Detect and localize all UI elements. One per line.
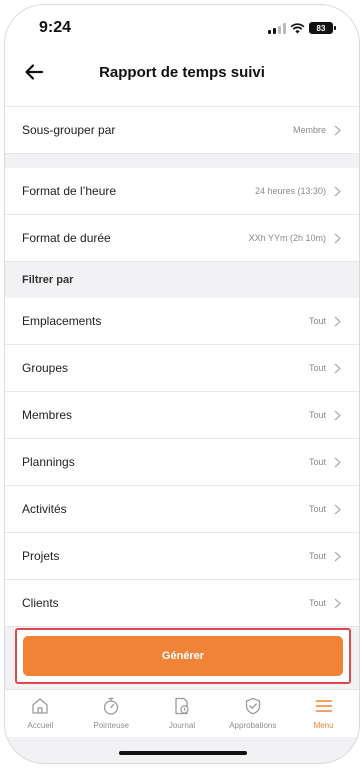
tab-journal[interactable]: Journal: [150, 696, 214, 730]
row-value: XXh YYm (2h 10m): [248, 233, 326, 243]
chevron-right-icon: [334, 125, 341, 135]
row-activites[interactable]: Activités Tout: [5, 486, 359, 533]
row-emplacements[interactable]: Emplacements Tout: [5, 298, 359, 345]
signal-icon: [268, 22, 286, 34]
shield-check-icon: [245, 697, 260, 715]
tab-pointeuse[interactable]: Pointeuse: [79, 696, 143, 730]
battery-level: 83: [316, 23, 326, 33]
row-label: Plannings: [22, 455, 75, 469]
chevron-right-icon: [334, 316, 341, 326]
tab-label: Journal: [168, 721, 196, 730]
row-membres[interactable]: Membres Tout: [5, 392, 359, 439]
tab-accueil[interactable]: Accueil: [8, 696, 72, 730]
row-value: Tout: [308, 316, 326, 326]
tab-label: Menu: [313, 721, 334, 730]
section-header-filtrer: Filtrer par: [5, 262, 359, 298]
row-value: Tout: [308, 504, 326, 514]
row-value: Tout: [308, 598, 326, 608]
generate-button-highlight: Générer: [15, 628, 351, 684]
row-clients[interactable]: Clients Tout: [5, 580, 359, 627]
row-label: Activités: [22, 502, 67, 516]
back-arrow-icon[interactable]: [23, 61, 45, 83]
row-label: Groupes: [22, 361, 69, 375]
row-format-heure[interactable]: Format de l’heure 24 heures (13:30): [5, 168, 359, 215]
row-label: Sous-grouper par: [22, 123, 116, 137]
chevron-right-icon: [334, 186, 341, 196]
tab-label: Accueil: [27, 721, 54, 730]
row-value: Tout: [308, 457, 326, 467]
row-value: Tout: [308, 551, 326, 561]
chevron-right-icon: [334, 598, 341, 608]
chevron-right-icon: [334, 233, 341, 243]
row-value: Tout: [308, 363, 326, 373]
tab-bar: Accueil Pointeuse Journal Approbations M…: [5, 689, 359, 737]
chevron-right-icon: [334, 457, 341, 467]
phone-frame: 9:24 83 Rapport de temps suivi Sous-grou…: [4, 4, 360, 764]
status-bar: 9:24 83: [5, 5, 359, 51]
tab-menu[interactable]: Menu: [292, 696, 356, 730]
timesheet-icon: [175, 697, 189, 715]
tab-label: Approbations: [229, 721, 277, 730]
row-value: Tout: [308, 410, 326, 420]
tab-approbations[interactable]: Approbations: [221, 696, 285, 730]
row-label: Projets: [22, 549, 60, 563]
status-time: 9:24: [39, 19, 72, 36]
wifi-icon: [290, 22, 305, 33]
row-label: Format de l’heure: [22, 184, 117, 198]
row-label: Format de durée: [22, 231, 111, 245]
nav-bar: Rapport de temps suivi: [5, 51, 359, 93]
menu-icon: [315, 700, 332, 712]
settings-list: Sous-grouper par Membre Format de l’heur…: [5, 93, 359, 627]
row-groupes[interactable]: Groupes Tout: [5, 345, 359, 392]
status-icons: 83: [268, 22, 336, 34]
row-projets[interactable]: Projets Tout: [5, 533, 359, 580]
row-label: Clients: [22, 596, 59, 610]
chevron-right-icon: [334, 551, 341, 561]
home-icon: [32, 698, 49, 714]
stopwatch-icon: [104, 697, 119, 715]
generate-button[interactable]: Générer: [23, 636, 343, 676]
row-sous-grouper[interactable]: Sous-grouper par Membre: [5, 107, 359, 154]
row-value: Membre: [292, 125, 326, 135]
chevron-right-icon: [334, 504, 341, 514]
row-plannings[interactable]: Plannings Tout: [5, 439, 359, 486]
row-label: Membres: [22, 408, 73, 422]
partial-row-cutoff: [5, 93, 359, 107]
battery-icon: 83: [309, 22, 336, 34]
tab-label: Pointeuse: [93, 721, 129, 730]
home-indicator: [119, 751, 247, 755]
chevron-right-icon: [334, 363, 341, 373]
page-title: Rapport de temps suivi: [99, 63, 265, 81]
chevron-right-icon: [334, 410, 341, 420]
row-value: 24 heures (13:30): [254, 186, 326, 196]
section-gap: [5, 154, 359, 168]
row-format-duree[interactable]: Format de durée XXh YYm (2h 10m): [5, 215, 359, 262]
row-label: Emplacements: [22, 314, 102, 328]
